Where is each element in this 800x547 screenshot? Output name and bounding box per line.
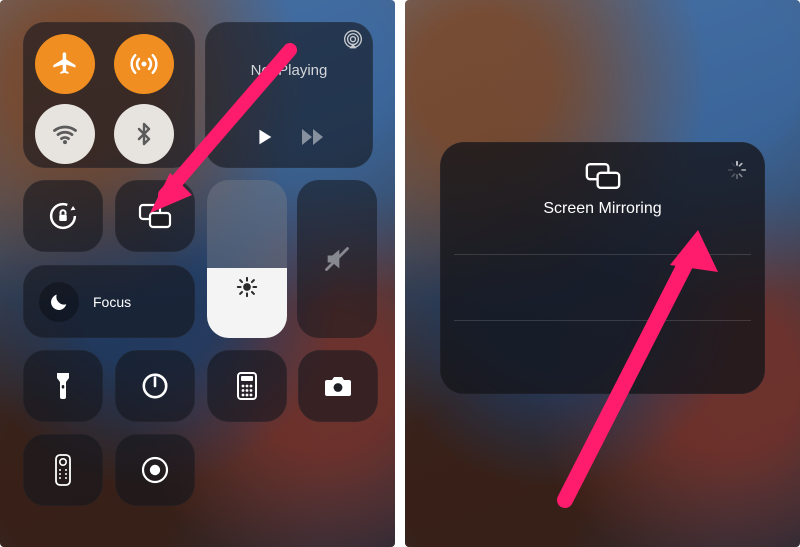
- focus-icon-wrap: [39, 282, 79, 322]
- media-status: Not Playing: [205, 62, 373, 79]
- sun-icon: [236, 276, 258, 298]
- screen-record-button[interactable]: [115, 434, 195, 506]
- wifi-toggle[interactable]: [35, 104, 95, 164]
- screen-mirroring-panel: Screen Mirroring: [405, 0, 800, 547]
- next-track-button[interactable]: [301, 128, 325, 146]
- flashlight-button[interactable]: [23, 350, 103, 422]
- bluetooth-toggle[interactable]: [114, 104, 174, 164]
- wifi-icon: [51, 120, 79, 148]
- camera-icon: [323, 374, 353, 398]
- speaker-mute-icon: [323, 245, 351, 273]
- moon-icon: [48, 291, 70, 313]
- volume-slider[interactable]: [297, 180, 377, 338]
- timer-icon: [141, 372, 169, 400]
- focus-label: Focus: [93, 294, 131, 310]
- connectivity-module: [23, 22, 195, 168]
- media-module[interactable]: Not Playing: [205, 22, 373, 168]
- orientation-lock-toggle[interactable]: [23, 180, 103, 252]
- antenna-icon: [129, 49, 159, 79]
- rotation-lock-icon: [48, 201, 78, 231]
- play-button[interactable]: [253, 126, 275, 148]
- screen-mirroring-icon: [138, 203, 172, 229]
- screen-mirroring-title: Screen Mirroring: [543, 200, 661, 218]
- brightness-slider[interactable]: [207, 180, 287, 338]
- airplay-audio-icon: [343, 30, 363, 50]
- airplane-mode-toggle[interactable]: [35, 34, 95, 94]
- brightness-fill: [207, 268, 287, 338]
- screen-mirroring-toggle[interactable]: [115, 180, 195, 252]
- timer-button[interactable]: [115, 350, 195, 422]
- divider: [454, 320, 751, 321]
- play-icon: [253, 126, 275, 148]
- forward-icon: [301, 128, 325, 146]
- loading-spinner-icon: [727, 160, 747, 180]
- divider: [454, 254, 751, 255]
- screen-mirroring-icon: [584, 162, 622, 190]
- camera-button[interactable]: [298, 350, 378, 422]
- flashlight-icon: [54, 371, 72, 401]
- cellular-data-toggle[interactable]: [114, 34, 174, 94]
- screen-mirroring-card[interactable]: Screen Mirroring: [440, 142, 765, 394]
- calculator-icon: [235, 371, 259, 401]
- airplane-icon: [51, 50, 79, 78]
- apple-tv-remote-button[interactable]: [23, 434, 103, 506]
- focus-toggle[interactable]: Focus: [23, 265, 195, 338]
- calculator-button[interactable]: [207, 350, 287, 422]
- control-center-panel: Not Playing Focus: [0, 0, 395, 547]
- bluetooth-icon: [132, 120, 156, 148]
- record-icon: [140, 455, 170, 485]
- remote-icon: [55, 454, 71, 486]
